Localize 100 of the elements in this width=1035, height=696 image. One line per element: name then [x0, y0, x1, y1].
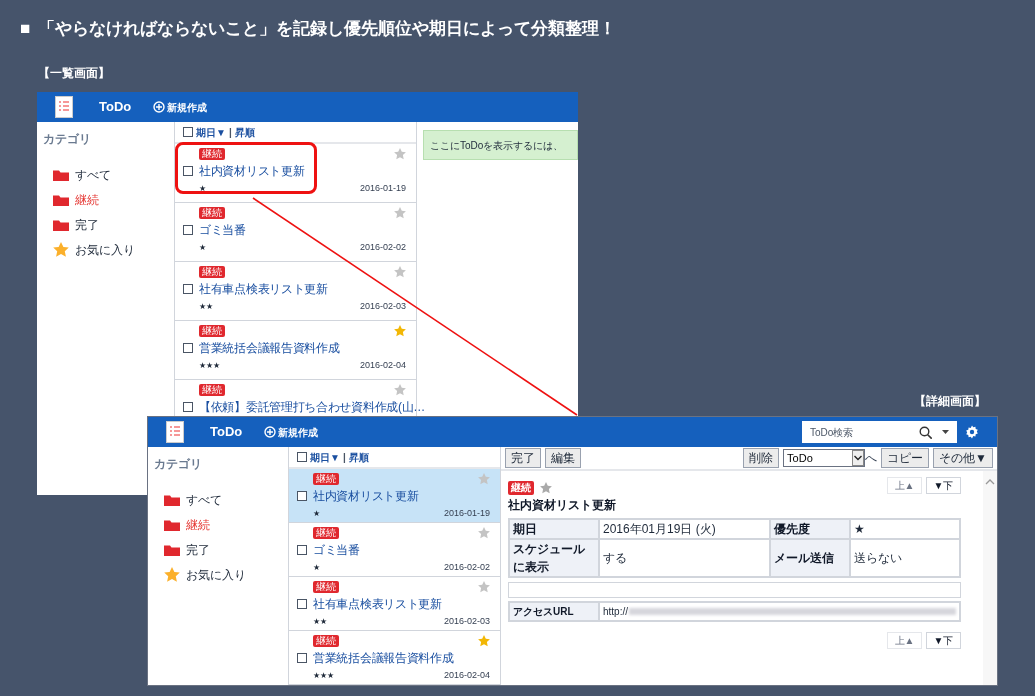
search-icon[interactable] — [919, 425, 932, 439]
separator-text: | — [228, 125, 232, 140]
notepad-icon — [166, 421, 184, 443]
todo-title-link[interactable]: 【依頼】委託管理打ち合わせ資料作成(山… — [199, 398, 425, 416]
star-icon[interactable] — [394, 325, 406, 337]
checkbox[interactable] — [297, 452, 307, 462]
folder-select[interactable]: ToDo — [783, 449, 866, 467]
category-item[interactable]: お気に入り — [148, 562, 288, 587]
todo-title-link[interactable]: 社有車点検表リスト更新 — [313, 595, 442, 613]
tag-label: 継続 — [313, 635, 339, 647]
category-item[interactable]: 完了 — [37, 212, 174, 237]
star-icon[interactable] — [540, 482, 552, 494]
screen-label: 【一覧画面】 — [38, 65, 110, 82]
todo-title-link[interactable]: 営業統括会議報告資料作成 — [313, 649, 454, 667]
new-button[interactable]: 新規作成 — [264, 424, 319, 440]
todo-title-link[interactable]: ゴミ当番 — [199, 221, 246, 239]
star-icon[interactable] — [394, 266, 406, 278]
folder-icon — [53, 193, 69, 206]
todo-title-link[interactable]: ゴミ当番 — [313, 541, 360, 559]
priority-stars: ★ — [313, 561, 320, 574]
category-item[interactable]: 継続 — [37, 187, 174, 212]
due-date: 2016-01-19 — [443, 507, 490, 520]
star-icon[interactable] — [394, 207, 406, 219]
delete-button[interactable]: 削除 — [743, 448, 780, 468]
todo-item[interactable]: 継続 社内資材リスト更新 ★ 2016-01-19 — [289, 469, 500, 523]
dropdown-icon[interactable] — [852, 450, 865, 466]
checkbox[interactable] — [297, 545, 307, 555]
nav-button[interactable]: ▼下 — [926, 632, 961, 649]
priority-stars: ★ — [199, 182, 206, 195]
checkbox[interactable] — [183, 284, 193, 294]
toolbar-button[interactable]: 完了 — [505, 448, 541, 468]
todo-title-link[interactable]: 営業統括会議報告資料作成 — [199, 339, 340, 357]
star-icon[interactable] — [478, 473, 490, 485]
field-label: メール送信 — [770, 539, 850, 577]
field-value: 2016年01月19日 (火) — [599, 519, 770, 539]
move-label: へ — [865, 450, 878, 467]
star-icon[interactable] — [394, 384, 406, 396]
folder-icon — [164, 493, 180, 506]
category-item[interactable]: 継続 — [148, 512, 288, 537]
todo-title-link[interactable]: 社内資材リスト更新 — [199, 162, 305, 180]
bullet-mark: ■ — [20, 18, 31, 40]
todo-title-link[interactable]: 社有車点検表リスト更新 — [199, 280, 328, 298]
folder-icon — [53, 168, 69, 181]
sort-order-link[interactable]: 昇順 — [234, 124, 255, 140]
star-icon[interactable] — [478, 635, 490, 647]
due-date: 2016-02-02 — [359, 241, 406, 254]
app-title: ToDo — [99, 98, 132, 117]
field-value: 送らない — [850, 539, 960, 577]
separator-text: | — [342, 450, 346, 465]
priority-stars: ★★ — [199, 300, 213, 313]
sidebar-title: カテゴリ — [42, 131, 92, 148]
star-icon[interactable] — [394, 148, 406, 160]
tag-label: 継続 — [313, 473, 339, 485]
more-button[interactable]: その他▼ — [933, 448, 993, 468]
field-value: ★ — [850, 519, 960, 539]
tag-label: 継続 — [508, 481, 534, 495]
sort-key-link[interactable]: 期日▼ — [310, 449, 340, 465]
checkbox[interactable] — [183, 127, 193, 137]
folder-icon — [164, 518, 180, 531]
todo-item[interactable]: 継続 社内資材リスト更新 ★ 2016-01-19 — [175, 144, 416, 203]
plus-icon — [264, 426, 277, 438]
category-item[interactable]: すべて — [37, 162, 174, 187]
due-date: 2016-02-03 — [359, 300, 406, 313]
priority-stars: ★ — [199, 241, 206, 254]
nav-button[interactable]: ▼下 — [926, 477, 961, 494]
category-item[interactable]: お気に入り — [37, 237, 174, 262]
checkbox[interactable] — [297, 653, 307, 663]
sort-key-link[interactable]: 期日▼ — [196, 124, 226, 140]
page-heading: 「やらなければならないこと」を記録し優先順位や期日によって分類整理！ — [38, 18, 617, 40]
sort-order-link[interactable]: 昇順 — [348, 449, 369, 465]
priority-stars: ★ — [313, 507, 320, 520]
due-date: 2016-02-04 — [359, 359, 406, 372]
category-item[interactable]: すべて — [148, 487, 288, 512]
due-date: 2016-02-03 — [443, 615, 490, 628]
field-label: 優先度 — [770, 519, 850, 539]
checkbox[interactable] — [183, 166, 193, 176]
notepad-icon — [55, 96, 73, 118]
settings-icon[interactable] — [965, 425, 979, 439]
search-box[interactable]: ToDo検索 — [802, 421, 957, 443]
tag-label: 継続 — [199, 325, 225, 337]
checkbox[interactable] — [183, 402, 193, 412]
tag-label: 継続 — [313, 581, 339, 593]
star-icon — [164, 567, 180, 582]
tag-label: 継続 — [199, 266, 225, 278]
scroll-up-icon[interactable] — [985, 479, 995, 485]
scrollbar[interactable] — [983, 471, 997, 685]
star-icon[interactable] — [478, 581, 490, 593]
category-item[interactable]: 完了 — [148, 537, 288, 562]
search-input[interactable]: ToDo検索 — [810, 424, 913, 440]
toolbar-button[interactable]: 編集 — [545, 448, 581, 468]
copy-button[interactable]: コピー — [881, 448, 930, 468]
checkbox[interactable] — [183, 343, 193, 353]
new-button[interactable]: 新規作成 — [153, 99, 208, 115]
checkbox[interactable] — [297, 599, 307, 609]
caret-icon[interactable] — [942, 430, 949, 434]
todo-title-link[interactable]: 社内資材リスト更新 — [313, 487, 419, 505]
field-value: する — [599, 539, 770, 577]
checkbox[interactable] — [297, 491, 307, 501]
star-icon[interactable] — [478, 527, 490, 539]
checkbox[interactable] — [183, 225, 193, 235]
